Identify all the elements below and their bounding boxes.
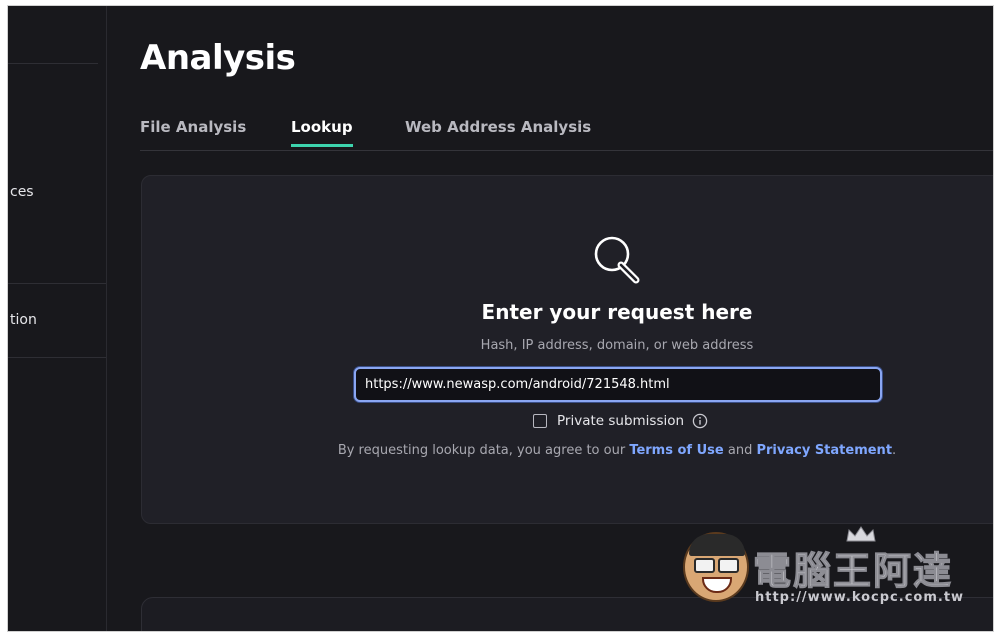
sidebar-item-services[interactable]: ces [10,184,34,200]
sidebar: ces tion [8,6,107,631]
info-icon[interactable] [692,413,708,429]
watermark-text: 電腦王阿達 [752,548,954,594]
app-window: ces tion Analysis File Analysis Lookup W… [8,6,993,631]
private-submission-checkbox[interactable] [533,414,547,428]
sidebar-divider [8,357,106,358]
sidebar-divider [8,283,106,284]
tab-bar: File Analysis Lookup Web Address Analysi… [140,118,993,151]
page-title: Analysis [140,38,296,78]
private-submission-row: Private submission [533,412,708,430]
request-title: Enter your request here [481,300,753,324]
terms-notice: By requesting lookup data, you agree to … [142,443,993,458]
terms-suffix: . [892,443,897,458]
sidebar-divider [8,63,98,64]
watermark-logo: 電腦王阿達 http://www.kocpc.com.tw [683,526,978,608]
terms-prefix: By requesting lookup data, you agree to … [337,443,626,458]
private-submission-label[interactable]: Private submission [557,413,684,429]
sidebar-item-label: tion [10,312,37,328]
tab-file-analysis[interactable]: File Analysis [140,118,246,145]
lookup-input[interactable] [356,369,880,400]
tab-web-address-analysis[interactable]: Web Address Analysis [405,118,591,145]
mascot-hair [689,534,745,556]
lookup-panel: Enter your request here Hash, IP address… [141,175,993,524]
watermark-url: http://www.kocpc.com.tw [755,590,965,605]
sidebar-item-integration[interactable]: tion [10,312,37,328]
privacy-statement-link[interactable]: Privacy Statement [756,443,892,458]
input-hint: Hash, IP address, domain, or web address [480,338,754,353]
mascot-mouth [702,577,732,593]
lookup-input-wrapper [354,367,882,402]
mascot-eye [718,558,739,573]
terms-of-use-link[interactable]: Terms of Use [629,443,723,458]
search-icon [594,236,640,284]
mascot-face-icon [683,532,749,602]
terms-and: and [727,443,753,458]
mascot-eye [694,558,715,573]
tab-lookup[interactable]: Lookup [291,118,353,147]
sidebar-item-label: ces [10,184,34,200]
